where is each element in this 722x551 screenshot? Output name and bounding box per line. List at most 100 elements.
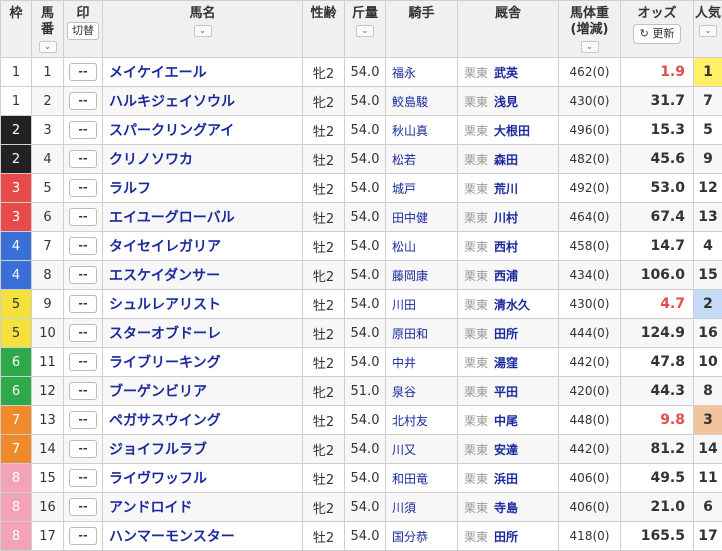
mark-select-button[interactable]: -- [69,237,97,255]
mark-select-button[interactable]: -- [69,121,97,139]
odds-cell: 15.3 [621,116,694,145]
mark-select-button[interactable]: -- [69,469,97,487]
jockey-link[interactable]: 福永 [386,58,458,87]
horse-name-link[interactable]: ペガサスウイング [103,406,303,435]
jockey-link[interactable]: 原田和 [386,319,458,348]
trainer-link[interactable]: 荒川 [494,182,518,196]
table-row: 817--ハンマーモンスター牡254.0国分恭栗東田所418(0)165.517 [1,522,722,551]
waku-cell: 4 [1,261,32,290]
horse-name-link[interactable]: メイケイエール [103,58,303,87]
jockey-link[interactable]: 川須 [386,493,458,522]
refresh-button[interactable]: ↻ 更新 [633,24,682,44]
mark-select-button[interactable]: -- [69,295,97,313]
horse-name-link[interactable]: アンドロイド [103,493,303,522]
mark-select-button[interactable]: -- [69,92,97,110]
chevron-down-icon[interactable]: ⌄ [356,25,374,37]
horse-name-link[interactable]: ハンマーモンスター [103,522,303,551]
jockey-link[interactable]: 藤岡康 [386,261,458,290]
chevron-down-icon[interactable]: ⌄ [581,41,599,53]
kinryo-cell: 54.0 [345,87,386,116]
bodyweight-cell: 442(0) [559,435,621,464]
horse-name-link[interactable]: ブーゲンビリア [103,377,303,406]
trainer-link[interactable]: 湯窪 [494,356,518,370]
trainer-link[interactable]: 西浦 [494,269,518,283]
mark-cell: -- [64,290,103,319]
mark-select-button[interactable]: -- [69,527,97,545]
table-row: 11--メイケイエール牝254.0福永栗東武英462(0)1.91 [1,58,722,87]
chevron-down-icon[interactable]: ⌄ [194,25,212,37]
popularity-cell: 3 [694,406,722,435]
mark-select-button[interactable]: -- [69,324,97,342]
mark-select-button[interactable]: -- [69,411,97,429]
mark-select-button[interactable]: -- [69,498,97,516]
trainer-link[interactable]: 清水久 [494,298,530,312]
horse-name-link[interactable]: スターオブドーレ [103,319,303,348]
col-horse-name[interactable]: 馬名 ⌄ [103,1,303,58]
jockey-link[interactable]: 鮫島駿 [386,87,458,116]
jockey-link[interactable]: 川又 [386,435,458,464]
mark-select-button[interactable]: -- [69,382,97,400]
trainer-link[interactable]: 武英 [494,66,518,80]
trainer-link[interactable]: 浅見 [494,95,518,109]
chevron-down-icon[interactable]: ⌄ [699,25,717,37]
trainer-link[interactable]: 森田 [494,153,518,167]
horse-name-link[interactable]: スパークリングアイ [103,116,303,145]
col-bodyweight[interactable]: 馬体重(増減) ⌄ [559,1,621,58]
jockey-link[interactable]: 松山 [386,232,458,261]
jockey-link[interactable]: 秋山真 [386,116,458,145]
col-odds: オッズ ↻ 更新 [621,1,694,58]
jockey-link[interactable]: 中井 [386,348,458,377]
sexage-cell: 牡2 [303,232,345,261]
jockey-link[interactable]: 北村友 [386,406,458,435]
horse-name-link[interactable]: ライブリーキング [103,348,303,377]
jockey-link[interactable]: 泉谷 [386,377,458,406]
mark-select-button[interactable]: -- [69,150,97,168]
col-kinryo[interactable]: 斤量 ⌄ [345,1,386,58]
jockey-link[interactable]: 田中健 [386,203,458,232]
trainer-link[interactable]: 安達 [494,443,518,457]
mark-select-button[interactable]: -- [69,353,97,371]
mark-select-button[interactable]: -- [69,63,97,81]
trainer-link[interactable]: 川村 [494,211,518,225]
trainer-link[interactable]: 田所 [494,530,518,544]
trainer-link[interactable]: 田所 [494,327,518,341]
trainer-link[interactable]: 寺島 [494,501,518,515]
umaban-cell: 5 [32,174,64,203]
col-popularity[interactable]: 人気 ⌄ [694,1,722,58]
mark-select-button[interactable]: -- [69,179,97,197]
horse-name-link[interactable]: エスケイダンサー [103,261,303,290]
jockey-link[interactable]: 国分恭 [386,522,458,551]
col-umaban[interactable]: 馬番 ⌄ [32,1,64,58]
bodyweight-cell: 420(0) [559,377,621,406]
jockey-link[interactable]: 和田竜 [386,464,458,493]
horse-name-link[interactable]: ハルキジェイソウル [103,87,303,116]
trainer-link[interactable]: 中尾 [494,414,518,428]
horse-name-link[interactable]: ライヴワッフル [103,464,303,493]
jockey-link[interactable]: 川田 [386,290,458,319]
horse-name-link[interactable]: エイユーグローバル [103,203,303,232]
horse-name-link[interactable]: タイセイレガリア [103,232,303,261]
stable-area: 栗東 [464,182,488,196]
stable-cell: 栗東武英 [458,58,559,87]
trainer-link[interactable]: 浜田 [494,472,518,486]
mark-toggle-button[interactable]: 切替 [67,22,99,40]
waku-cell: 6 [1,377,32,406]
trainer-link[interactable]: 西村 [494,240,518,254]
mark-select-button[interactable]: -- [69,440,97,458]
sexage-cell: 牝2 [303,87,345,116]
umaban-cell: 15 [32,464,64,493]
mark-select-button[interactable]: -- [69,266,97,284]
mark-cell: -- [64,116,103,145]
stable-cell: 栗東清水久 [458,290,559,319]
chevron-down-icon[interactable]: ⌄ [39,41,57,53]
horse-name-link[interactable]: ジョイフルラブ [103,435,303,464]
trainer-link[interactable]: 大根田 [494,124,530,138]
trainer-link[interactable]: 平田 [494,385,518,399]
horse-name-link[interactable]: シュルレアリスト [103,290,303,319]
horse-name-link[interactable]: クリノソワカ [103,145,303,174]
jockey-link[interactable]: 松若 [386,145,458,174]
mark-select-button[interactable]: -- [69,208,97,226]
horse-name-link[interactable]: ラルフ [103,174,303,203]
jockey-link[interactable]: 城戸 [386,174,458,203]
sexage-cell: 牡2 [303,406,345,435]
